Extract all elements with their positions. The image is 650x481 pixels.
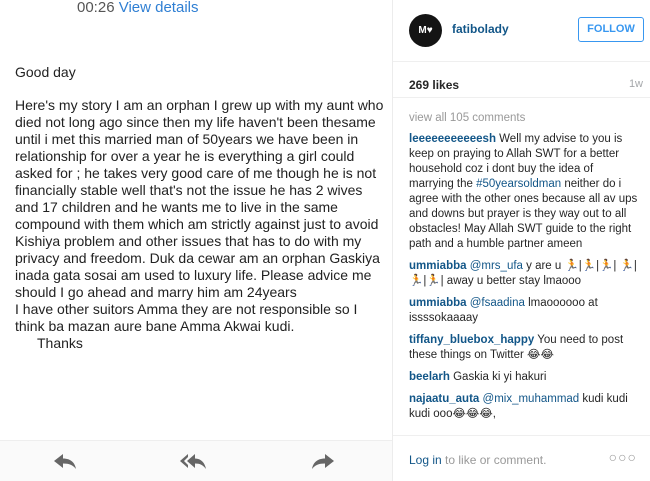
forward-button[interactable] [308, 451, 338, 471]
login-prompt: Log in to like or comment. [409, 453, 546, 467]
mention-link[interactable]: @mrs_ufa [470, 260, 523, 272]
instagram-post-panel: M♥ fatibolady FOLLOW 269 likes 1w view a… [392, 0, 650, 481]
reply-button[interactable] [50, 451, 80, 471]
reply-all-button[interactable] [178, 451, 208, 471]
comment: beelarh Gaskia ki yi hakuri [409, 370, 639, 385]
comment: leeeeeeeeeeesh Well my advise to you is … [409, 132, 639, 252]
comment-username[interactable]: ummiabba [409, 297, 467, 309]
follow-button[interactable]: FOLLOW [578, 17, 644, 42]
email-story: Here's my story I am an orphan I grew up… [15, 97, 384, 300]
post-header: M♥ fatibolady FOLLOW [393, 0, 650, 62]
post-footer: Log in to like or comment. ○○○ [393, 435, 650, 481]
hashtag-link[interactable]: #50yearsoldman [476, 178, 561, 190]
comment: tiffany_bluebox_happy You need to post t… [409, 333, 639, 363]
login-link[interactable]: Log in [409, 453, 442, 467]
mention-link[interactable]: @mix_muhammad [483, 393, 580, 405]
login-prompt-text: to like or comment. [441, 453, 547, 467]
comment-username[interactable]: beelarh [409, 371, 450, 383]
comment: ummiabba @fsaadina lmaoooooo at issssoka… [409, 296, 639, 326]
more-options-icon[interactable]: ○○○ [609, 449, 637, 465]
view-details-link[interactable]: View details [119, 0, 199, 16]
comment-username[interactable]: tiffany_bluebox_happy [409, 334, 534, 346]
comment: ummiabba @mrs_ufa y are u 🏃|🏃|🏃| 🏃|🏃|🏃| … [409, 259, 639, 289]
comment: najaatu_auta @mix_muhammad kudi kudi kud… [409, 392, 639, 422]
likes-count[interactable]: 269 likes [409, 78, 459, 92]
email-body: Good day Here's my story I am an orphan … [15, 64, 387, 352]
email-time: 00:26 [77, 0, 115, 16]
forward-icon [312, 454, 334, 469]
reply-icon [54, 454, 76, 469]
email-greeting: Good day [15, 64, 76, 80]
reply-all-icon [180, 454, 206, 469]
comments-list[interactable]: view all 105 comments leeeeeeeeeeesh Wel… [393, 97, 650, 434]
likes-row: 269 likes 1w [409, 78, 643, 92]
comment-username[interactable]: najaatu_auta [409, 393, 479, 405]
email-signoff: Thanks [37, 335, 83, 351]
post-age: 1w [628, 78, 643, 90]
email-pane: 00:26 View details Good day Here's my st… [0, 0, 392, 481]
email-story-2: I have other suitors Amma they are not r… [15, 301, 358, 334]
comment-username[interactable]: leeeeeeeeeeesh [409, 133, 496, 145]
comment-username[interactable]: ummiabba [409, 260, 467, 272]
view-all-comments-link[interactable]: view all 105 comments [409, 111, 639, 126]
avatar[interactable]: M♥ [409, 14, 442, 47]
comment-text: Gaskia ki yi hakuri [449, 371, 547, 383]
mention-link[interactable]: @fsaadina [470, 297, 525, 309]
email-action-bar [0, 440, 392, 481]
post-username[interactable]: fatibolady [452, 22, 509, 36]
email-header: 00:26 View details [77, 0, 199, 16]
